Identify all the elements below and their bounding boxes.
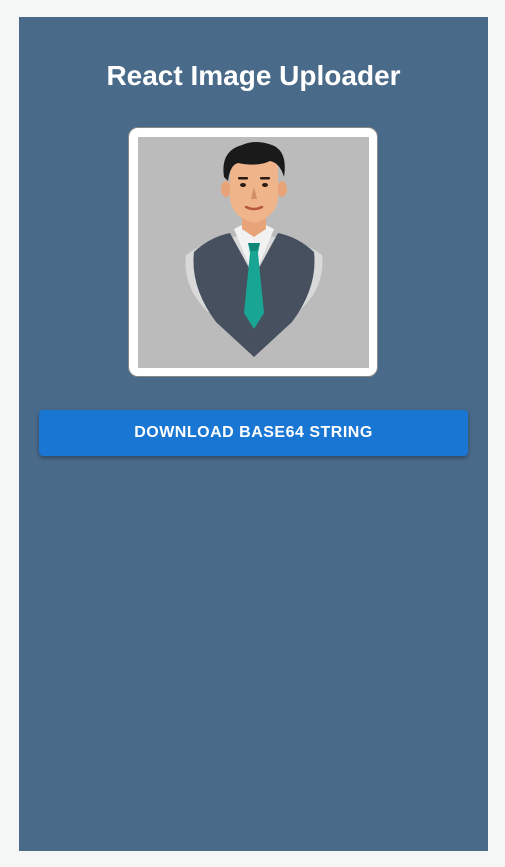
image-preview-frame[interactable] xyxy=(128,127,378,377)
uploader-panel: React Image Uploader DOWNLOAD BASE64 STR… xyxy=(19,17,488,851)
image-preview xyxy=(138,137,369,368)
businessman-avatar-icon xyxy=(138,137,369,368)
download-base64-button[interactable]: DOWNLOAD BASE64 STRING xyxy=(39,410,468,456)
page-title: React Image Uploader xyxy=(106,60,401,91)
